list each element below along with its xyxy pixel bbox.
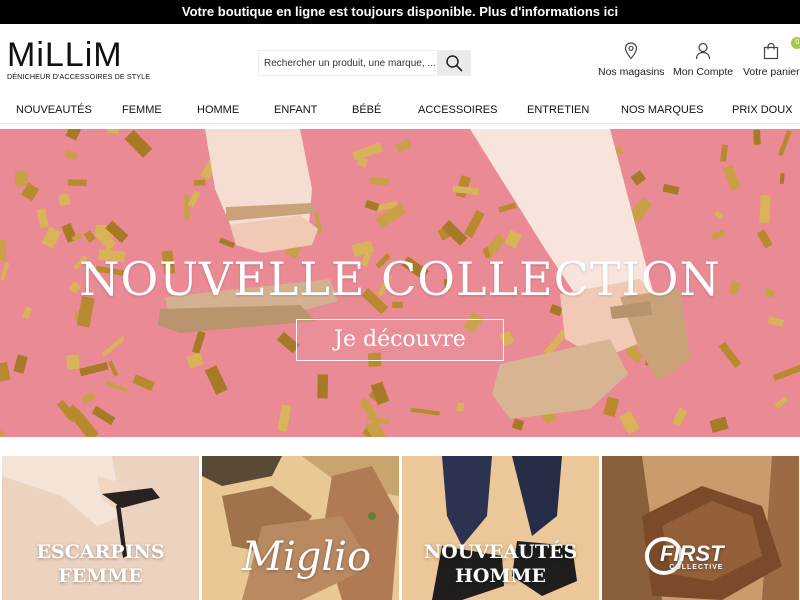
confetti-piece: [107, 129, 120, 134]
cart-count-badge: 0: [791, 37, 800, 49]
tile-label-line1: NOUVEAUTÉS: [423, 541, 578, 563]
brand-logo[interactable]: MiLLiM DÉNICHEUR D'ACCESSOIRES DE STYLE: [7, 36, 151, 88]
first-logo-text: FIRST: [660, 541, 724, 566]
nav-item-femme[interactable]: FEMME: [122, 96, 162, 124]
search-bar: [258, 50, 471, 76]
brand-tagline: DÉNICHEUR D'ACCESSOIRES DE STYLE: [7, 72, 151, 81]
tile-nouveautes-homme[interactable]: NOUVEAUTÉS HOMME: [402, 456, 599, 600]
category-tiles: ESCARPINS FEMME Miglio NOUVEAUTÉS HOMME: [0, 456, 800, 600]
nav-item-entretien[interactable]: ENTRETIEN: [527, 96, 589, 124]
confetti-piece: [66, 354, 80, 370]
confetti-piece: [779, 173, 785, 185]
tile-image: [602, 456, 799, 600]
announcement-bar[interactable]: Votre boutique en ligne est toujours dis…: [0, 0, 800, 24]
tile-escarpins-femme[interactable]: ESCARPINS FEMME: [2, 456, 199, 600]
main-nav: NOUVEAUTÉS FEMME HOMME ENFANT BÉBÉ ACCES…: [0, 96, 800, 124]
shopping-bag-icon: [764, 42, 779, 60]
tile-label-line2: FEMME: [58, 565, 143, 587]
search-input[interactable]: [259, 51, 439, 75]
nav-item-prix-doux[interactable]: PRIX DOUX: [732, 96, 793, 124]
user-icon: [695, 42, 711, 60]
account-link[interactable]: Mon Compte: [673, 42, 733, 78]
tile-first-collective[interactable]: FIRST COLLECTIVE: [602, 456, 799, 600]
nav-item-nouveautes[interactable]: NOUVEAUTÉS: [16, 96, 92, 124]
announcement-text[interactable]: Votre boutique en ligne est toujours dis…: [182, 4, 618, 19]
confetti-piece: [753, 129, 761, 145]
search-icon: [445, 55, 462, 72]
first-logo-sub: COLLECTIVE: [669, 564, 724, 571]
account-label: Mon Compte: [673, 66, 734, 78]
hero-banner[interactable]: NOUVELLE COLLECTION Je découvre: [0, 129, 800, 437]
hero-cta-button[interactable]: Je découvre: [296, 319, 504, 361]
cart-link[interactable]: 0 Votre panier: [743, 37, 800, 78]
search-button[interactable]: [437, 51, 470, 75]
brand-name: MiLLiM: [7, 36, 123, 74]
confetti-piece: [67, 179, 87, 187]
map-pin-icon: [625, 42, 638, 60]
tile-miglio[interactable]: Miglio: [202, 456, 399, 600]
nav-item-enfant[interactable]: ENFANT: [274, 96, 317, 124]
confetti-piece: [194, 179, 206, 186]
confetti-piece: [58, 193, 71, 206]
tile-label-line1: ESCARPINS: [36, 541, 165, 563]
nav-item-nos-marques[interactable]: NOS MARQUES: [621, 96, 704, 124]
stores-link[interactable]: Nos magasins: [598, 42, 665, 78]
miglio-logo: Miglio: [242, 534, 372, 580]
stores-label: Nos magasins: [598, 66, 665, 78]
confetti-piece: [759, 195, 771, 223]
site-header: MiLLiM DÉNICHEUR D'ACCESSOIRES DE STYLE …: [0, 24, 800, 94]
confetti-piece: [369, 177, 389, 186]
hero-title: NOUVELLE COLLECTION: [79, 252, 721, 306]
nav-item-accessoires[interactable]: ACCESSOIRES: [418, 96, 497, 124]
nav-item-homme[interactable]: HOMME: [197, 96, 239, 124]
confetti-piece: [14, 170, 29, 187]
confetti-piece: [317, 374, 329, 399]
tile-label-line2: HOMME: [454, 565, 547, 587]
cart-label: Votre panier: [743, 66, 800, 78]
first-collective-logo: FIRST COLLECTIVE: [660, 541, 724, 572]
nav-item-bebe[interactable]: BÉBÉ: [352, 96, 381, 124]
confetti-piece: [184, 194, 190, 221]
